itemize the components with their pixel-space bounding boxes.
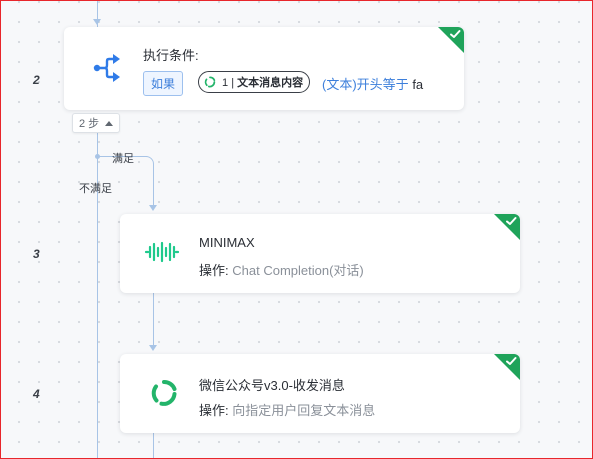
operation-row: 操作: Chat Completion(对话) bbox=[199, 260, 364, 279]
connector-line-yes-branch bbox=[153, 165, 154, 209]
connector-arrow-step4 bbox=[149, 345, 157, 351]
operation-label: 操作: bbox=[199, 403, 229, 418]
branch-icon bbox=[93, 54, 120, 82]
minimax-title: MINIMAX bbox=[199, 235, 255, 250]
operation-label: 操作: bbox=[199, 263, 229, 278]
condition-value: fa bbox=[412, 77, 424, 92]
operation-value: 向指定用户回复文本消息 bbox=[232, 403, 376, 418]
condition-step-card[interactable]: 执行条件: 如果 1 | 文本消息内容 (文本)开头等于 fa bbox=[64, 27, 464, 110]
connector-arrow-top bbox=[93, 19, 101, 25]
field-name: 文本消息内容 bbox=[237, 77, 304, 89]
caret-up-icon bbox=[105, 121, 114, 126]
step-number: 4 bbox=[33, 387, 40, 401]
wechat-official-logo-icon bbox=[151, 380, 177, 406]
step-number: 2 bbox=[33, 73, 40, 87]
minimax-waveform-icon bbox=[144, 241, 180, 263]
condition-title: 执行条件: bbox=[143, 48, 199, 63]
field-separator: | bbox=[231, 77, 235, 89]
check-icon bbox=[506, 357, 517, 365]
connector-line-step3-step4 bbox=[153, 293, 154, 349]
operation-row: 操作: 向指定用户回复文本消息 bbox=[199, 400, 375, 419]
connector-arrow-step3 bbox=[149, 205, 157, 211]
steps-count-label: 2 步 bbox=[79, 118, 100, 130]
connector-line-bottom bbox=[153, 433, 154, 459]
steps-collapse-toggle[interactable]: 2 步 bbox=[72, 113, 121, 133]
field-reference-chip[interactable]: 1 | 文本消息内容 bbox=[198, 71, 311, 93]
field-type-label: (文本) bbox=[322, 77, 357, 92]
check-icon bbox=[506, 217, 517, 225]
operation-value: Chat Completion(对话) bbox=[232, 263, 364, 278]
wechat-title: 微信公众号v3.0-收发消息 bbox=[199, 378, 345, 393]
wechat-step-card[interactable]: 微信公众号v3.0-收发消息 操作: 向指定用户回复文本消息 bbox=[120, 354, 520, 433]
step-number: 3 bbox=[33, 247, 40, 261]
if-tag[interactable]: 如果 bbox=[143, 71, 184, 96]
check-icon bbox=[450, 30, 461, 38]
condition-expression: (文本)开头等于 fa bbox=[322, 74, 423, 93]
field-step-number: 1 bbox=[222, 77, 229, 89]
condition-operator: 开头等于 bbox=[356, 77, 409, 92]
branch-yes-label: 满足 bbox=[112, 153, 134, 165]
wechat-official-logo-icon bbox=[204, 76, 216, 88]
branch-no-label: 不满足 bbox=[79, 183, 112, 195]
minimax-step-card[interactable]: MINIMAX 操作: Chat Completion(对话) bbox=[120, 214, 520, 293]
